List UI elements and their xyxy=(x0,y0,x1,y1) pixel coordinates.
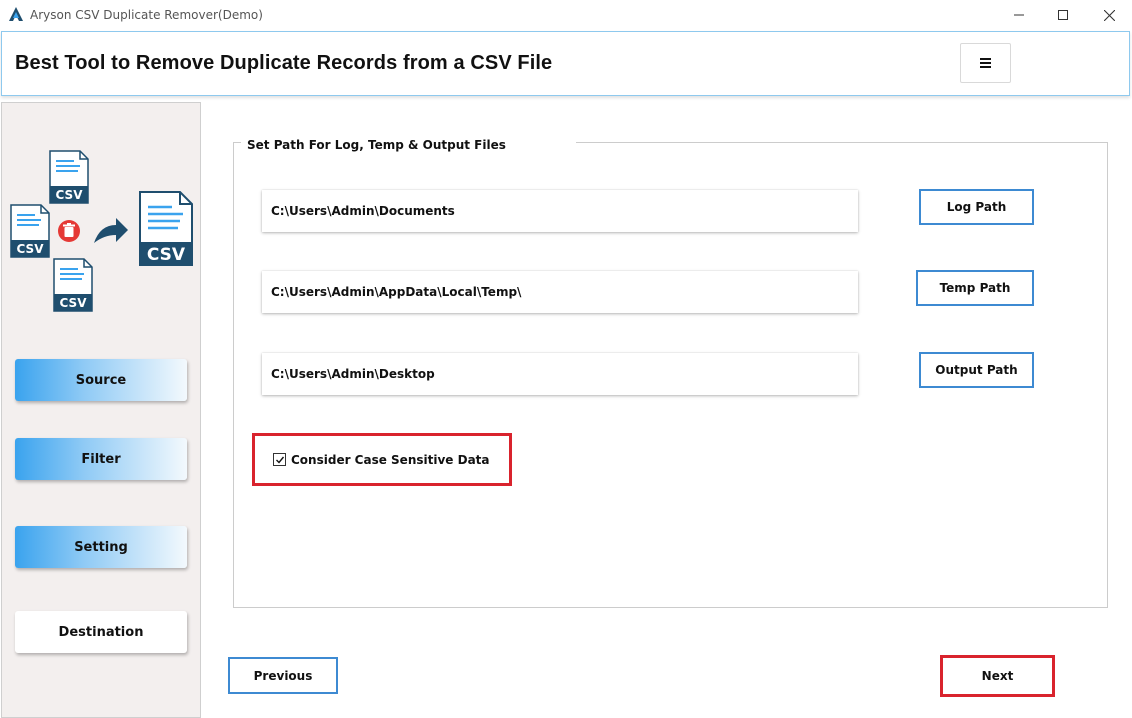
sidebar-item-filter[interactable]: Filter xyxy=(15,438,187,480)
sidebar-item-setting[interactable]: Setting xyxy=(15,526,187,568)
title-bar: Aryson CSV Duplicate Remover(Demo) xyxy=(0,0,1132,30)
logo-csv-label: CSV xyxy=(17,242,45,256)
logo-csv-label: CSV xyxy=(147,245,186,265)
sidebar-item-destination[interactable]: Destination xyxy=(15,611,187,653)
log-path-field[interactable]: C:\Users\Admin\Documents xyxy=(262,190,858,232)
minimize-icon xyxy=(1014,14,1024,16)
window-title: Aryson CSV Duplicate Remover(Demo) xyxy=(30,8,263,22)
next-button[interactable]: Next xyxy=(940,655,1055,697)
output-path-button[interactable]: Output Path xyxy=(919,352,1034,388)
app-logo-icon xyxy=(9,7,23,21)
logo-csv-label: CSV xyxy=(60,296,88,310)
case-sensitive-option[interactable]: Consider Case Sensitive Data xyxy=(252,433,512,486)
minimize-button[interactable] xyxy=(996,0,1042,30)
maximize-icon xyxy=(1058,10,1068,20)
case-sensitive-checkbox[interactable] xyxy=(273,453,286,466)
close-icon xyxy=(1103,9,1115,21)
sidebar-item-source[interactable]: Source xyxy=(15,359,187,401)
temp-path-field[interactable]: C:\Users\Admin\AppData\Local\Temp\ xyxy=(262,271,858,313)
csv-output-file-icon: CSV xyxy=(139,191,193,266)
close-button[interactable] xyxy=(1086,0,1132,30)
logo-csv-label: CSV xyxy=(56,188,84,202)
hamburger-menu-icon xyxy=(980,58,991,68)
checkmark-icon xyxy=(275,456,284,464)
output-path-field[interactable]: C:\Users\Admin\Desktop xyxy=(262,353,858,395)
section-title: Set Path For Log, Temp & Output Files xyxy=(241,134,576,156)
csv-file-icon: CSV xyxy=(49,150,89,204)
page-heading: Best Tool to Remove Duplicate Records fr… xyxy=(15,52,553,74)
header-banner: Best Tool to Remove Duplicate Records fr… xyxy=(1,31,1130,96)
arrow-icon xyxy=(94,218,128,243)
log-path-button[interactable]: Log Path xyxy=(919,189,1034,225)
maximize-button[interactable] xyxy=(1040,0,1086,30)
app-window: Aryson CSV Duplicate Remover(Demo) Best … xyxy=(0,0,1132,718)
menu-button[interactable] xyxy=(960,43,1011,83)
csv-file-icon: CSV xyxy=(10,204,50,258)
csv-duplicate-remover-logo: CSV CSV CSV CSV xyxy=(10,150,193,312)
previous-button[interactable]: Previous xyxy=(228,657,338,694)
case-sensitive-label: Consider Case Sensitive Data xyxy=(291,452,490,467)
csv-file-icon: CSV xyxy=(53,258,93,312)
temp-path-button[interactable]: Temp Path xyxy=(916,270,1034,306)
sidebar: CSV CSV CSV CSV Source Filter Setting De… xyxy=(1,102,201,718)
delete-icon xyxy=(58,220,80,242)
